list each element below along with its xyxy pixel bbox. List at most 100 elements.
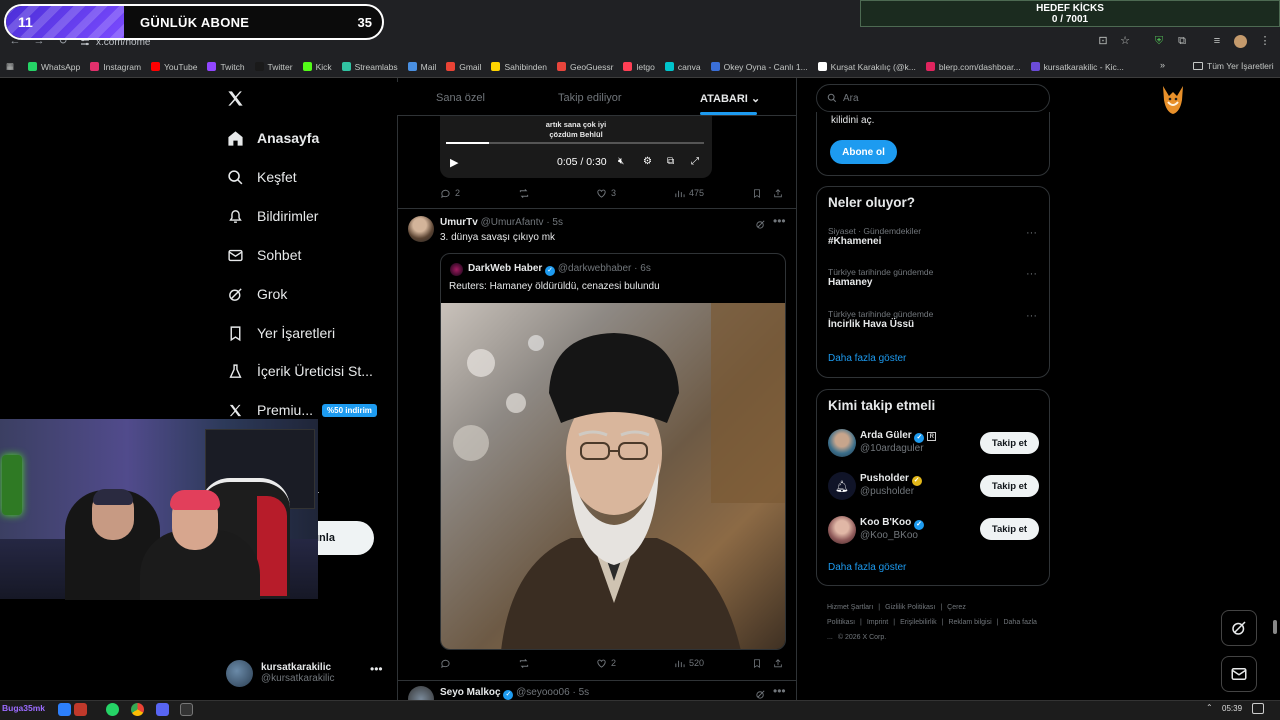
post-time[interactable]: · 5s — [572, 687, 589, 698]
tab-atabari[interactable]: ATABARI ⌄ — [700, 92, 760, 105]
repost-button[interactable] — [518, 188, 534, 199]
subscribe-button[interactable]: Abone ol — [830, 140, 897, 164]
install-app-icon[interactable]: ⊡ — [1096, 34, 1110, 48]
share-button[interactable] — [773, 658, 787, 669]
bookmarks-overflow-icon[interactable]: » — [1160, 60, 1165, 70]
taskbar-app-icon[interactable] — [74, 703, 87, 716]
grok-float-button[interactable] — [1221, 610, 1257, 646]
trend-more-icon[interactable]: ··· — [1026, 227, 1037, 239]
bookmark-item[interactable]: Mail — [407, 62, 436, 72]
bookmark-item[interactable]: YouTube — [151, 62, 197, 72]
chrome-icon[interactable] — [131, 703, 144, 716]
whatsapp-icon[interactable] — [106, 703, 119, 716]
post-author[interactable]: Seyo Malkoç — [440, 687, 501, 698]
views-button[interactable]: 475 — [674, 188, 704, 199]
messages-float-button[interactable] — [1221, 656, 1257, 692]
bookmark-button[interactable] — [752, 658, 766, 669]
nav-item-explore[interactable]: Keşfet — [226, 162, 297, 192]
star-icon[interactable]: ☆ — [1118, 34, 1132, 48]
reply-button[interactable]: 2 — [440, 188, 460, 199]
nav-item-creator-studio[interactable]: İçerik Üreticisi St... — [226, 356, 373, 386]
bookmark-item[interactable]: Kurşat Karakılıç (@k... — [817, 62, 916, 72]
footer-link[interactable]: Imprint — [867, 619, 888, 626]
post-more-icon[interactable]: ••• — [773, 214, 786, 228]
trends-show-more-link[interactable]: Daha fazla göster — [828, 353, 906, 364]
nav-item-grok[interactable]: Grok — [226, 279, 287, 309]
bookmark-item[interactable]: Twitter — [254, 62, 293, 72]
post-author[interactable]: UmurTv — [440, 217, 478, 228]
settings-icon[interactable]: ⚙ — [643, 156, 652, 167]
follow-suggestion[interactable]: Koo B'Koo ✓ @Koo_BKoo — [860, 517, 925, 541]
profile-avatar[interactable] — [1234, 35, 1247, 48]
account-switcher[interactable]: kursatkarakilic @kursatkarakilic — [226, 656, 386, 690]
post-time[interactable]: · 5s — [546, 217, 563, 228]
follow-button[interactable]: Takip et — [980, 518, 1039, 540]
nav-item-bookmarks[interactable]: Yer İşaretleri — [226, 318, 335, 348]
bookmark-item[interactable]: Sahibinden — [491, 62, 547, 72]
discord-icon[interactable] — [156, 703, 169, 716]
avatar[interactable] — [828, 516, 856, 544]
views-button[interactable]: 520 — [674, 658, 704, 669]
follow-suggestion[interactable]: Arda Güler ✓ R @10ardaguler — [860, 430, 937, 454]
footer-link[interactable]: Hizmet Şartları — [827, 604, 873, 611]
bookmark-item[interactable]: GeoGuessr — [556, 62, 613, 72]
bookmark-button[interactable] — [752, 188, 766, 199]
play-icon[interactable]: ▶ — [450, 156, 458, 169]
bookmark-item[interactable]: Gmail — [446, 62, 481, 72]
avatar[interactable]: 🔔︎ — [828, 472, 856, 500]
reading-list-icon[interactable]: ≡ — [1210, 34, 1224, 48]
post-more-icon[interactable]: ••• — [773, 684, 786, 698]
footer-link[interactable]: Erişilebilirlik — [900, 619, 937, 626]
grok-explain-icon[interactable] — [755, 217, 766, 235]
post-handle[interactable]: @seyooo06 — [516, 687, 570, 698]
pip-icon[interactable]: ⧉ — [667, 156, 674, 167]
x-logo-icon[interactable] — [226, 89, 245, 113]
bookmark-item[interactable]: Streamlabs — [341, 62, 398, 72]
notifications-icon[interactable] — [1252, 703, 1264, 714]
nav-item-notifications[interactable]: Bildirimler — [226, 201, 318, 231]
nav-item-chat[interactable]: Sohbet — [226, 240, 301, 270]
extensions-icon[interactable]: ⧉ — [1175, 34, 1189, 48]
like-button[interactable]: 2 — [596, 658, 616, 669]
footer-link[interactable]: Gizlilik Politikası — [885, 604, 935, 611]
tab-for-you[interactable]: Sana özel — [436, 92, 485, 104]
bookmark-item[interactable]: Kick — [302, 62, 332, 72]
shield-icon[interactable]: ⛨ — [1152, 34, 1166, 48]
more-icon[interactable]: ••• — [370, 662, 383, 676]
apps-icon[interactable]: ▦ — [6, 61, 14, 72]
bookmark-item[interactable]: Twitch — [207, 62, 245, 72]
bookmark-item[interactable]: kursatkarakilic - Kic... — [1030, 62, 1124, 72]
tray-chevron-icon[interactable]: ⌃ — [1206, 703, 1213, 712]
trend-more-icon[interactable]: ··· — [1026, 268, 1037, 280]
follow-button[interactable]: Takip et — [980, 432, 1039, 454]
tab-following[interactable]: Takip ediliyor — [558, 92, 622, 104]
post-handle[interactable]: @UmurAfantv — [481, 217, 544, 228]
bookmark-item[interactable]: Instagram — [90, 62, 141, 72]
nav-item-home[interactable]: Anasayfa — [226, 123, 319, 153]
avatar[interactable] — [828, 429, 856, 457]
quoted-post[interactable]: DarkWeb Haber ✓ @darkwebhaber · 6s Reute… — [440, 253, 786, 650]
share-button[interactable] — [773, 188, 787, 199]
bookmark-item[interactable]: canva — [664, 62, 701, 72]
bookmark-item[interactable]: Okey Oyna - Canlı 1... — [710, 62, 808, 72]
taskbar-app-icon[interactable] — [58, 703, 71, 716]
quote-image[interactable] — [441, 303, 785, 649]
trend-more-icon[interactable]: ··· — [1026, 310, 1037, 322]
avatar[interactable] — [408, 216, 434, 242]
fullscreen-icon[interactable]: ⤢ — [691, 156, 699, 167]
reply-button[interactable] — [440, 658, 455, 669]
menu-icon[interactable]: ⋮ — [1258, 34, 1272, 48]
scrollbar-thumb[interactable] — [1273, 620, 1277, 634]
follow-button[interactable]: Takip et — [980, 475, 1039, 497]
bookmark-item[interactable]: WhatsApp — [28, 62, 80, 72]
bookmark-item[interactable]: blerp.com/dashboar... — [925, 62, 1021, 72]
bookmark-item[interactable]: letgo — [623, 62, 655, 72]
follow-suggestion[interactable]: Pusholder ✓ @pusholder — [860, 473, 922, 497]
video-progress-bar[interactable] — [446, 142, 704, 144]
trend-item[interactable]: Türkiye tarihinde gündemde İncirlik Hava… — [828, 309, 933, 330]
trend-item[interactable]: Siyaset · Gündemdekiler #Khamenei — [828, 226, 921, 247]
all-bookmarks[interactable]: Tüm Yer İşaretleri — [1193, 61, 1274, 71]
repost-button[interactable] — [518, 658, 534, 669]
search-input[interactable]: Ara — [816, 84, 1050, 112]
mute-icon[interactable]: 🔇︎ — [618, 156, 624, 167]
